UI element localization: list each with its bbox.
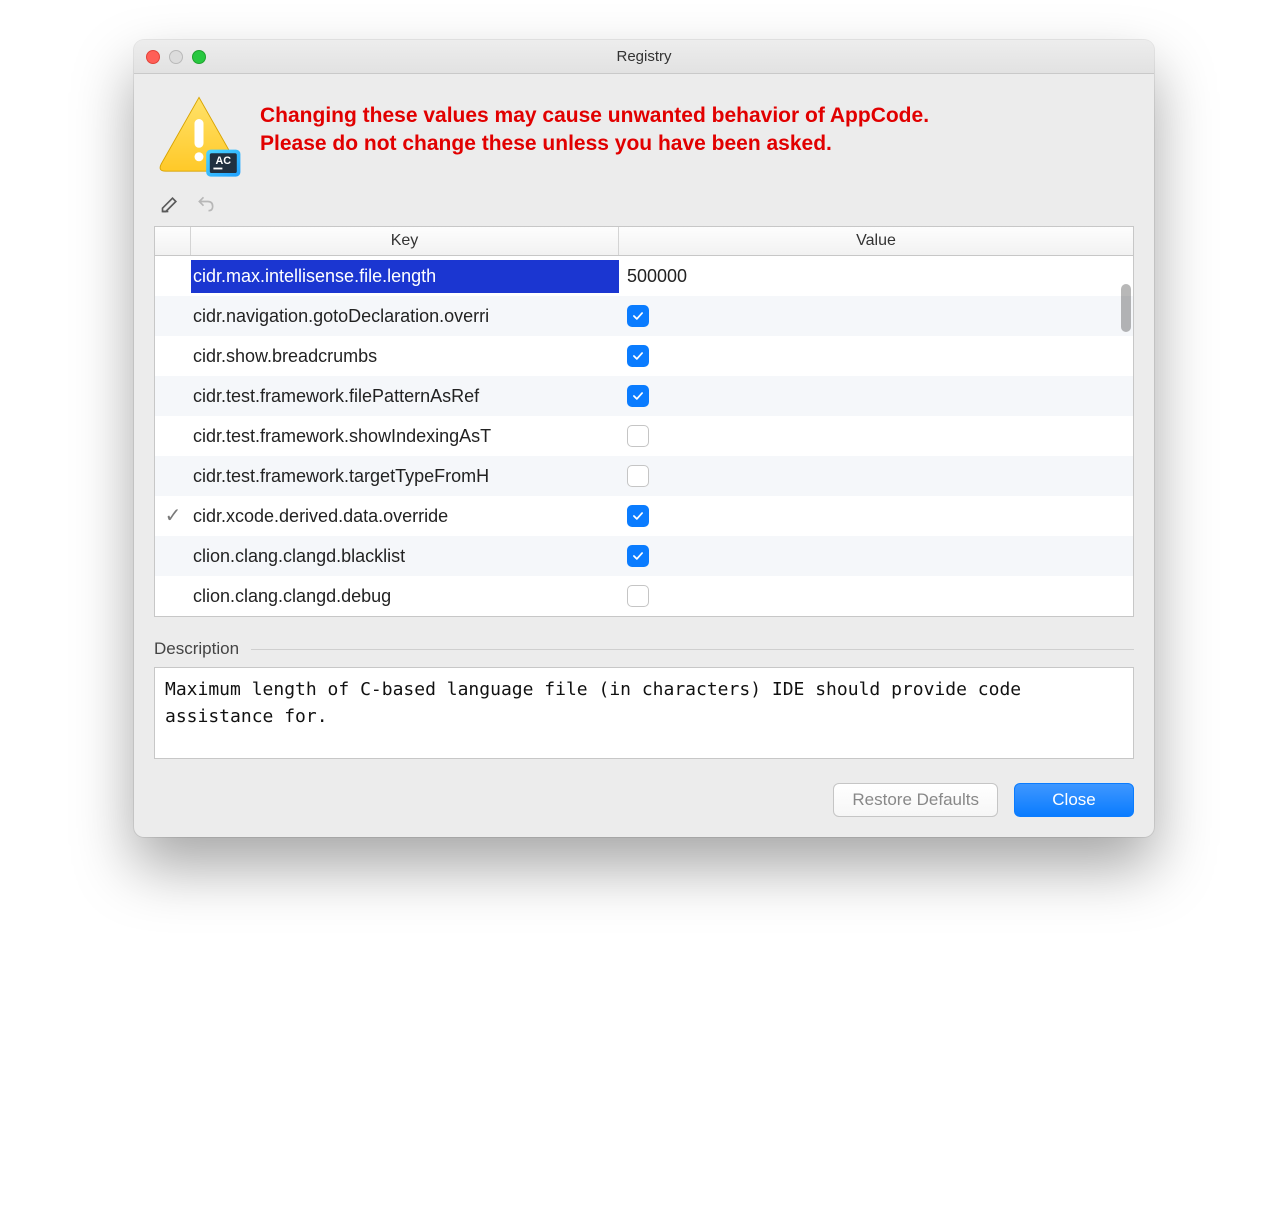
table-row[interactable]: cidr.max.intellisense.file.length 500000	[155, 256, 1133, 296]
table-row[interactable]: cidr.test.framework.filePatternAsRef	[155, 376, 1133, 416]
value-text[interactable]: 500000	[627, 266, 687, 287]
checkbox[interactable]	[627, 545, 649, 567]
table-body[interactable]: cidr.max.intellisense.file.length500000c…	[155, 256, 1133, 616]
checkbox[interactable]	[627, 305, 649, 327]
dialog-footer: Restore Defaults Close	[154, 783, 1134, 817]
warning-banner: AC Changing these values may cause unwan…	[154, 92, 1134, 182]
warning-icon: AC	[154, 92, 244, 182]
registry-value-cell[interactable]	[619, 425, 1133, 447]
undo-icon	[196, 194, 216, 218]
column-header-value[interactable]: Value	[619, 227, 1133, 255]
registry-value-cell[interactable]	[619, 505, 1133, 527]
scrollbar-thumb[interactable]	[1121, 284, 1131, 332]
window-title: Registry	[616, 48, 671, 65]
checkbox[interactable]	[627, 465, 649, 487]
registry-key-cell[interactable]: cidr.test.framework.targetTypeFromH	[191, 460, 619, 493]
warning-line-1: Changing these values may cause unwanted…	[260, 102, 929, 130]
titlebar: Registry	[134, 40, 1154, 74]
description-label: Description	[154, 639, 239, 659]
window-content: AC Changing these values may cause unwan…	[134, 74, 1154, 837]
close-window-button[interactable]	[146, 50, 160, 64]
pencil-icon	[160, 194, 180, 218]
divider	[251, 649, 1134, 650]
restore-defaults-button[interactable]: Restore Defaults	[833, 783, 998, 817]
registry-key-cell[interactable]: cidr.max.intellisense.file.length	[191, 260, 619, 293]
warning-line-2: Please do not change these unless you ha…	[260, 130, 929, 158]
registry-key-cell[interactable]: cidr.test.framework.showIndexingAsT	[191, 420, 619, 453]
table-row[interactable]: cidr.show.breadcrumbs	[155, 336, 1133, 376]
checkbox[interactable]	[627, 385, 649, 407]
checkbox[interactable]	[627, 505, 649, 527]
window-controls	[146, 50, 206, 64]
registry-key-cell[interactable]: clion.clang.clangd.blacklist	[191, 540, 619, 573]
registry-key-cell[interactable]: cidr.xcode.derived.data.override	[191, 500, 619, 533]
registry-value-cell[interactable]	[619, 545, 1133, 567]
revert-button[interactable]	[194, 194, 218, 218]
registry-table: Key Value cidr.max.intellisense.file.len…	[154, 226, 1134, 617]
table-row[interactable]: cidr.navigation.gotoDeclaration.overri	[155, 296, 1133, 336]
checkbox[interactable]	[627, 425, 649, 447]
table-row[interactable]: clion.clang.clangd.blacklist	[155, 536, 1133, 576]
toolbar	[154, 192, 1134, 226]
checkbox[interactable]	[627, 345, 649, 367]
registry-value-cell[interactable]	[619, 385, 1133, 407]
modified-marker: ✓	[155, 506, 191, 526]
description-section: Description Maximum length of C-based la…	[154, 639, 1134, 759]
column-header-marker[interactable]	[155, 227, 191, 255]
registry-value-cell[interactable]	[619, 345, 1133, 367]
registry-value-cell[interactable]	[619, 465, 1133, 487]
registry-value-cell[interactable]: 500000	[619, 266, 1133, 287]
table-row[interactable]: cidr.test.framework.targetTypeFromH	[155, 456, 1133, 496]
registry-key-cell[interactable]: cidr.navigation.gotoDeclaration.overri	[191, 300, 619, 333]
registry-value-cell[interactable]	[619, 305, 1133, 327]
svg-text:AC: AC	[216, 155, 232, 167]
table-row[interactable]: ✓cidr.xcode.derived.data.override	[155, 496, 1133, 536]
edit-button[interactable]	[158, 194, 182, 218]
registry-key-cell[interactable]: cidr.test.framework.filePatternAsRef	[191, 380, 619, 413]
close-button[interactable]: Close	[1014, 783, 1134, 817]
description-text: Maximum length of C-based language file …	[154, 667, 1134, 759]
registry-key-cell[interactable]: cidr.show.breadcrumbs	[191, 340, 619, 373]
table-header: Key Value	[155, 227, 1133, 256]
checkbox[interactable]	[627, 585, 649, 607]
registry-key-cell[interactable]: clion.clang.clangd.debug	[191, 580, 619, 613]
registry-value-cell[interactable]	[619, 585, 1133, 607]
table-row[interactable]: cidr.test.framework.showIndexingAsT	[155, 416, 1133, 456]
column-header-key[interactable]: Key	[191, 227, 619, 255]
warning-text: Changing these values may cause unwanted…	[260, 92, 929, 159]
minimize-window-button[interactable]	[169, 50, 183, 64]
table-row[interactable]: clion.clang.clangd.debug	[155, 576, 1133, 616]
zoom-window-button[interactable]	[192, 50, 206, 64]
registry-window: Registry	[134, 40, 1154, 837]
description-header: Description	[154, 639, 1134, 659]
